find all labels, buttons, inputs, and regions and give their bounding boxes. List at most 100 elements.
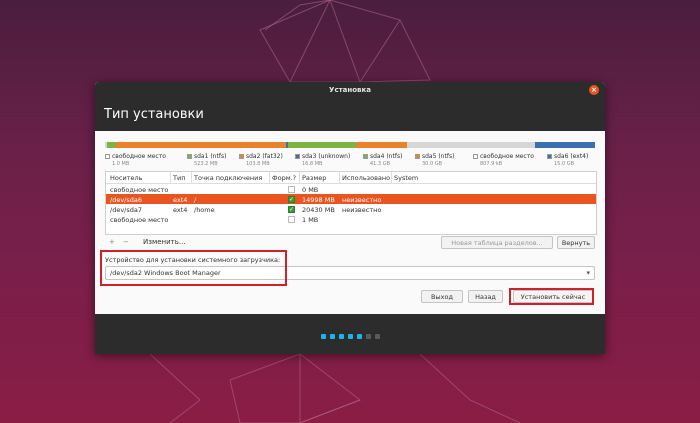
legend-label: sda6 (ext4) (554, 153, 589, 160)
legend-size: 41.3 GB (370, 161, 391, 167)
table-cell: ext4 (173, 195, 188, 204)
quit-button[interactable]: Выход (421, 290, 463, 303)
close-icon[interactable]: × (589, 85, 599, 95)
partition-toolbar: + − Изменить... Новая таблица разделов..… (105, 236, 595, 250)
progress-footer (95, 314, 605, 354)
legend-item: sda4 (ntfs) 41.3 GB (363, 153, 402, 167)
legend-item: sda3 (unknown) 16.8 MB (295, 153, 350, 167)
partition-segment (356, 142, 408, 148)
legend-item: sda2 (fat32) 103.8 MB (239, 153, 283, 167)
partition-segment (115, 142, 287, 148)
partition-segment (288, 142, 357, 148)
table-cell: 14998 MB (302, 195, 335, 204)
legend-item: свободное место 807.9 kB (473, 153, 534, 167)
legend-size: 1.0 MB (112, 161, 130, 167)
page-title: Тип установки (104, 107, 204, 122)
legend-item: sda5 (ntfs) 30.0 GB (415, 153, 454, 167)
window-title: Установка (329, 86, 371, 94)
progress-step-dot (329, 334, 335, 339)
new-partition-table-button[interactable]: Новая таблица разделов... (441, 236, 553, 249)
table-cell: /dev/sda6 (110, 195, 142, 204)
legend-size: 16.8 MB (302, 161, 323, 167)
legend-size: 30.0 GB (422, 161, 443, 167)
column-separator (170, 172, 171, 183)
legend-label: sda3 (unknown) (302, 153, 351, 160)
format-checkbox[interactable] (288, 195, 295, 203)
table-header: Носитель Тип Точка подключения Форм.? Размер… (106, 172, 596, 184)
installer-window: Установка × Тип установки свободное мест… (95, 82, 605, 354)
column-header[interactable]: Форм.? (272, 174, 296, 182)
column-header[interactable]: Носитель (110, 174, 142, 182)
column-header[interactable]: Размер (302, 174, 326, 182)
partition-segment (107, 142, 116, 148)
table-row[interactable]: свободное место 0 MB (106, 184, 596, 194)
legend-swatch (187, 154, 192, 159)
table-row[interactable]: /dev/sda7 ext4/home 20430 MB неизвестно (106, 204, 596, 214)
table-row[interactable]: /dev/sda6 ext4 / 14998 MB неизвестно (106, 194, 596, 204)
table-cell: /dev/sda7 (110, 205, 142, 214)
partition-segment (535, 142, 595, 148)
legend-swatch (295, 154, 300, 159)
legend-label: sda2 (fat32) (246, 153, 283, 160)
legend-label: sda5 (ntfs) (422, 153, 455, 160)
column-separator (269, 172, 270, 183)
add-partition-button[interactable]: + (109, 238, 115, 246)
install-now-button[interactable]: Установить сейчас (513, 290, 593, 303)
legend-swatch (363, 154, 368, 159)
format-checkbox[interactable] (288, 185, 295, 193)
column-separator (299, 172, 300, 183)
format-checkbox[interactable] (288, 215, 295, 223)
bootloader-device-value: /dev/sda2 Windows Boot Manager (110, 269, 221, 277)
progress-step-dot (347, 334, 353, 339)
table-cell: неизвестно (342, 205, 382, 214)
legend-item: sda6 (ext4) 15.0 GB (547, 153, 588, 167)
legend-size: 103.8 MB (246, 161, 270, 167)
column-header[interactable]: System (394, 174, 418, 182)
legend-item: sda1 (ntfs) 523.2 MB (187, 153, 226, 167)
progress-step-dot (338, 334, 344, 339)
legend-swatch (105, 154, 110, 159)
back-button[interactable]: Назад (468, 290, 503, 303)
legend-size: 523.2 MB (194, 161, 218, 167)
column-header[interactable]: Точка подключения (194, 174, 262, 182)
table-cell: 20430 MB (302, 205, 335, 214)
legend-swatch (473, 154, 478, 159)
progress-step-dot (356, 334, 362, 339)
partition-table: Носитель Тип Точка подключения Форм.? Размер… (105, 171, 597, 235)
format-checkbox[interactable] (288, 205, 295, 213)
legend-label: свободное место (112, 153, 166, 160)
chevron-down-icon: ▾ (586, 269, 590, 277)
change-partition-button[interactable]: Изменить... (143, 238, 186, 246)
bootloader-device-select[interactable]: /dev/sda2 Windows Boot Manager ▾ (105, 266, 595, 280)
bootloader-label: Устройство для установки системного загр… (105, 256, 281, 264)
table-cell: 1 MB (302, 215, 319, 224)
revert-button[interactable]: Вернуть (557, 236, 595, 249)
table-cell: неизвестно (342, 195, 382, 204)
legend-swatch (547, 154, 552, 159)
table-row[interactable]: свободное место 1 MB (106, 214, 596, 224)
page-header: Тип установки (95, 98, 605, 131)
legend-size: 807.9 kB (480, 161, 503, 167)
table-body: свободное место 0 MB/dev/sda6 ext4 / 14998 M… (106, 184, 596, 224)
table-cell: свободное место (110, 215, 169, 224)
partition-legend: свободное место 1.0 MB sda1 (ntfs) 523.2 MB… (105, 153, 597, 169)
partition-segment (407, 142, 536, 148)
column-header[interactable]: Использовано (342, 174, 390, 182)
title-bar: Установка × (95, 82, 605, 98)
legend-label: sda1 (ntfs) (194, 153, 227, 160)
table-cell: 0 MB (302, 185, 319, 194)
progress-step-dot (374, 334, 380, 339)
legend-swatch (239, 154, 244, 159)
remove-partition-button[interactable]: − (123, 238, 129, 246)
legend-label: sda4 (ntfs) (370, 153, 403, 160)
column-separator (391, 172, 392, 183)
legend-size: 15.0 GB (554, 161, 575, 167)
legend-item: свободное место 1.0 MB (105, 153, 166, 167)
column-header[interactable]: Тип (173, 174, 185, 182)
progress-step-dot (320, 334, 326, 339)
table-cell: / (194, 195, 197, 204)
table-cell: ext4 (173, 205, 188, 214)
table-cell: /home (194, 205, 215, 214)
column-separator (191, 172, 192, 183)
column-separator (339, 172, 340, 183)
